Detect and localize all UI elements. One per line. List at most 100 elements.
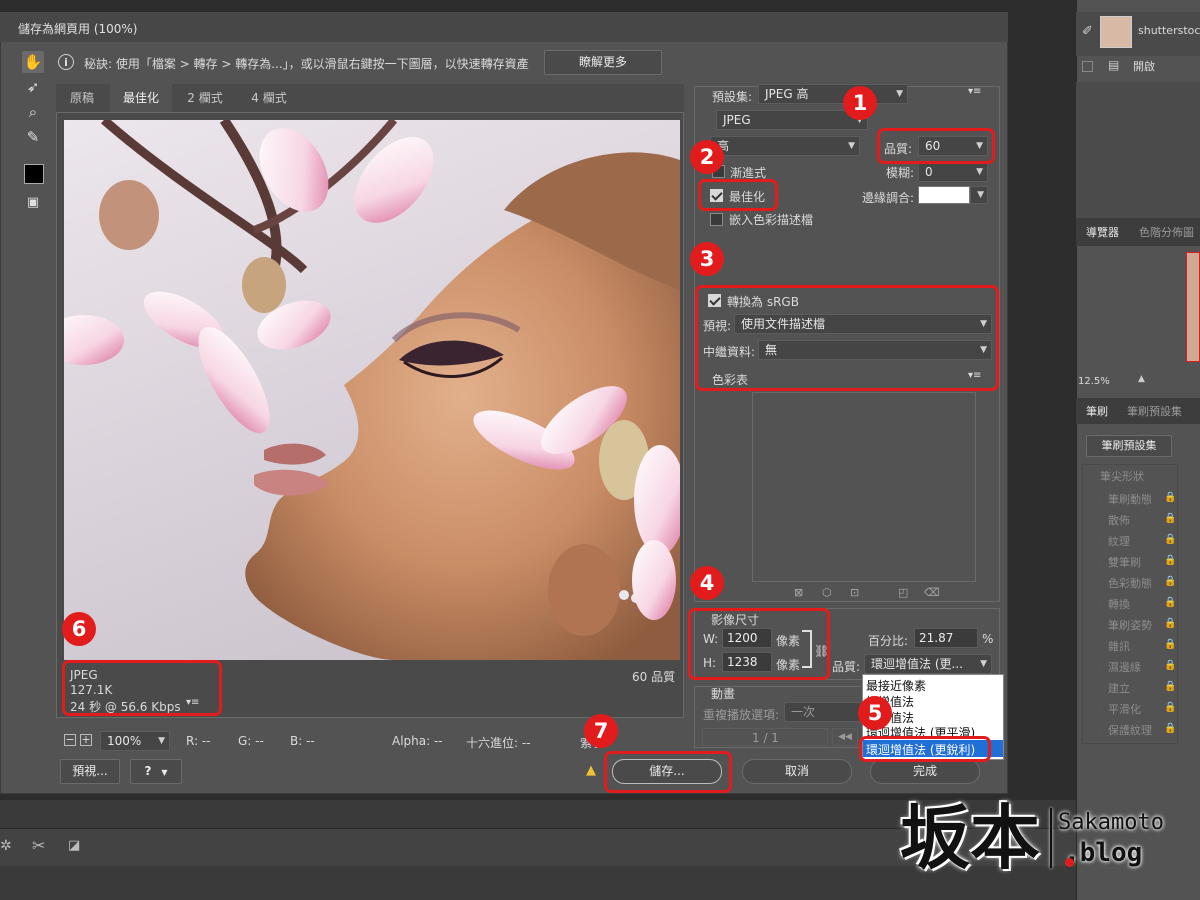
brush-item-checkbox[interactable]	[1090, 599, 1101, 610]
brush-item-checkbox[interactable]	[1090, 557, 1101, 568]
matte-swatch[interactable]	[918, 186, 970, 204]
brush-item-checkbox[interactable]	[1090, 683, 1101, 694]
lock-icon: 🔒	[1164, 702, 1177, 713]
panel-gap	[1076, 82, 1200, 218]
tab-4-up[interactable]: 4 欄式	[238, 84, 300, 112]
web-shift-icon[interactable]: ⬡	[822, 586, 832, 599]
chevron-down-icon: ▼	[976, 167, 983, 177]
brush-item[interactable]: 建立	[1108, 680, 1130, 696]
eyedropper-color-swatch[interactable]	[24, 164, 44, 184]
brush-item[interactable]: 紋理	[1108, 533, 1130, 549]
browser-help-icon: ?	[144, 764, 152, 778]
transition-icon[interactable]: ◪	[68, 838, 80, 853]
brush-item-checkbox[interactable]	[1090, 536, 1101, 547]
embed-profile-label: 嵌入色彩描述檔	[729, 213, 814, 227]
cancel-button[interactable]: 取消	[742, 759, 852, 784]
hand-tool-icon[interactable]: ✋	[22, 51, 44, 73]
brush-item[interactable]: 轉換	[1108, 596, 1130, 612]
zoom-tool-icon[interactable]: ⌕	[22, 101, 44, 123]
brush-item[interactable]: 散佈	[1108, 512, 1130, 528]
brush-item[interactable]: 雜訊	[1108, 638, 1130, 654]
hex-readout: 十六進位: --	[466, 736, 531, 750]
zoom-select[interactable]: 100% ▼	[100, 731, 170, 751]
brush-item-checkbox[interactable]	[1090, 662, 1101, 673]
brush-item[interactable]: 筆刷姿勢	[1108, 617, 1152, 633]
lock-color-icon[interactable]: ⊡	[850, 586, 859, 599]
brush-item[interactable]: 色彩動態	[1108, 575, 1152, 591]
info-icon: i	[58, 54, 74, 70]
preset-select[interactable]: JPEG 高 ▼	[758, 84, 908, 104]
step-badge-1: 1	[843, 86, 877, 120]
chevron-down-icon: ▼	[977, 190, 984, 200]
brush-item[interactable]: 濕邊緣	[1108, 659, 1141, 675]
visibility-icon[interactable]: ✐	[1082, 24, 1093, 39]
brush-presets-button[interactable]: 筆刷預設集	[1086, 435, 1172, 457]
watermark-suffix: .blog	[1064, 838, 1143, 868]
matte-dropdown[interactable]: ▼	[970, 186, 988, 204]
brush-item[interactable]: 保護紋理	[1108, 722, 1152, 738]
optimize-menu-icon[interactable]: ▾≡	[968, 86, 981, 97]
resample-select[interactable]: 環迴增值法 (更... ▼	[864, 654, 992, 674]
blur-select[interactable]: 0 ▼	[918, 162, 988, 182]
brush-item[interactable]: 筆刷動態	[1108, 491, 1152, 507]
frame-counter: 1 / 1	[752, 731, 779, 745]
percent-input[interactable]: 21.87	[914, 628, 978, 648]
document-icon: ▤	[1108, 58, 1120, 72]
tab-histogram[interactable]: 色階分佈圖	[1139, 224, 1194, 240]
format-select[interactable]: JPEG ▼	[716, 110, 868, 130]
embed-profile-checkbox[interactable]	[710, 213, 723, 226]
tab-optimized[interactable]: 最佳化	[110, 84, 172, 112]
resample-value: 環迴增值法 (更...	[871, 657, 963, 671]
step-badge-6: 6	[62, 612, 96, 646]
chevron-down-icon: ▼	[848, 141, 855, 151]
done-button[interactable]: 完成	[870, 759, 980, 784]
resample-option[interactable]: 最接近像素	[866, 677, 926, 694]
chevron-down-icon: ▼	[896, 89, 903, 99]
brush-item-checkbox[interactable]	[1090, 578, 1101, 589]
brush-item-checkbox[interactable]	[1090, 725, 1101, 736]
image-preview[interactable]	[64, 120, 680, 660]
lock-icon: 🔒	[1164, 513, 1177, 524]
gear-icon[interactable]: ✲	[0, 838, 12, 854]
tab-original[interactable]: 原稿	[56, 84, 108, 112]
step-badge-4: 4	[690, 566, 724, 600]
tab-2-up[interactable]: 2 欄式	[174, 84, 236, 112]
tab-brush[interactable]: 筆刷	[1086, 403, 1108, 419]
zoom-in-button[interactable]: +	[80, 734, 92, 746]
layer-checkbox[interactable]	[1082, 61, 1093, 72]
layer-item-label: 開啟	[1133, 60, 1155, 73]
annotation-box-file-info	[62, 660, 222, 716]
eyedropper-icon[interactable]: ✎	[22, 126, 44, 148]
step-badge-5: 5	[858, 696, 892, 730]
brush-item-checkbox[interactable]	[1090, 641, 1101, 652]
blur-value: 0	[925, 165, 933, 179]
navigator-zoom[interactable]: 12.5%	[1078, 376, 1110, 387]
learn-more-button[interactable]: 瞭解更多	[544, 50, 662, 75]
browser-preview-button[interactable]: ? ▼	[130, 759, 182, 784]
brush-item-checkbox[interactable]	[1090, 494, 1101, 505]
warning-icon: ▲	[586, 763, 596, 778]
map-to-transparent-icon[interactable]: ⊠	[794, 586, 803, 599]
brush-item-checkbox[interactable]	[1090, 515, 1101, 526]
slice-select-icon[interactable]: ➶	[22, 76, 44, 98]
new-color-icon[interactable]: ◰	[898, 586, 908, 599]
color-table[interactable]	[752, 392, 976, 582]
trash-icon[interactable]: ⌫	[924, 586, 940, 599]
tab-navigator[interactable]: 導覽器	[1086, 224, 1119, 240]
percent-unit: %	[982, 632, 994, 646]
brush-item[interactable]: 雙筆刷	[1108, 554, 1141, 570]
brush-item[interactable]: 筆尖形狀	[1100, 468, 1144, 484]
compression-select[interactable]: 高 ▼	[710, 136, 860, 156]
matte-label: 邊緣調合:	[862, 191, 915, 205]
brush-item-checkbox[interactable]	[1090, 620, 1101, 631]
brush-item-checkbox[interactable]	[1090, 704, 1101, 715]
preview-button[interactable]: 預視...	[60, 759, 120, 784]
mountain-small-icon[interactable]: ▲	[1138, 374, 1145, 384]
brush-item[interactable]: 平滑化	[1108, 701, 1141, 717]
scissors-icon[interactable]: ✂	[32, 836, 45, 855]
toggle-slices-icon[interactable]: ▣	[22, 192, 44, 214]
tab-brush-presets[interactable]: 筆刷預設集	[1127, 403, 1182, 419]
zoom-out-button[interactable]: −	[64, 734, 76, 746]
navigator-preview[interactable]	[1186, 252, 1200, 362]
loop-label: 重複播放選項:	[703, 708, 780, 722]
